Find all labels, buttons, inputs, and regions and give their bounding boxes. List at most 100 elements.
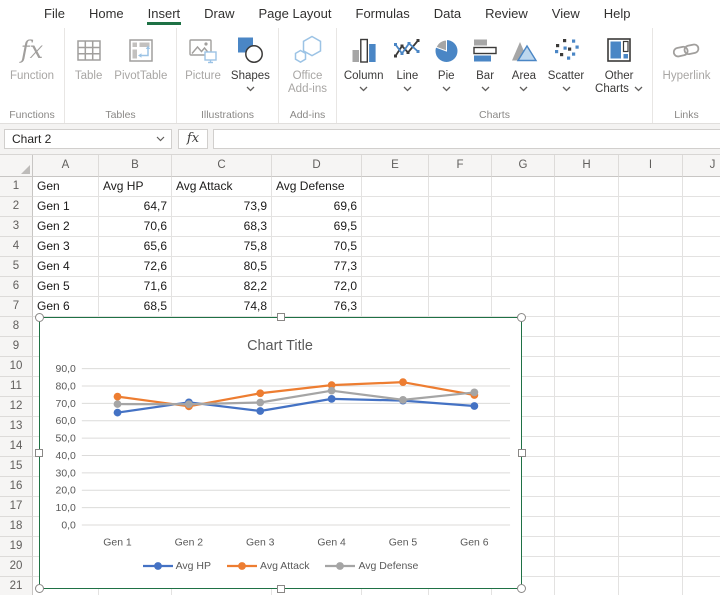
column-header-A[interactable]: A [33, 155, 99, 177]
select-all-button[interactable] [0, 155, 33, 177]
cell-D5[interactable]: 77,3 [272, 257, 362, 277]
line-button[interactable]: Line [390, 32, 424, 92]
tab-help[interactable]: Help [592, 0, 643, 28]
tab-file[interactable]: File [32, 0, 77, 28]
cell-C3[interactable]: 68,3 [172, 217, 272, 237]
cell-B4[interactable]: 65,6 [99, 237, 172, 257]
row-header-7[interactable]: 7 [0, 297, 33, 317]
row-header-20[interactable]: 20 [0, 557, 33, 577]
row-header-10[interactable]: 10 [0, 357, 33, 377]
row-header-2[interactable]: 2 [0, 197, 33, 217]
cell-B3[interactable]: 70,6 [99, 217, 172, 237]
column-header-D[interactable]: D [272, 155, 362, 177]
row-header-13[interactable]: 13 [0, 417, 33, 437]
y-axis-tick-label: 50,0 [56, 434, 77, 445]
tab-formulas[interactable]: Formulas [344, 0, 422, 28]
cell-D3[interactable]: 69,5 [272, 217, 362, 237]
area-button[interactable]: Area [507, 32, 541, 92]
row-header-15[interactable]: 15 [0, 457, 33, 477]
tab-home[interactable]: Home [77, 0, 136, 28]
cell-B7[interactable]: 68,5 [99, 297, 172, 317]
row-header-12[interactable]: 12 [0, 397, 33, 417]
cell-D7[interactable]: 76,3 [272, 297, 362, 317]
column-button[interactable]: Column [342, 32, 386, 92]
cell-C6[interactable]: 82,2 [172, 277, 272, 297]
other-charts-button[interactable]: Other Charts [591, 32, 647, 96]
gridline-vertical [682, 177, 683, 595]
row-header-6[interactable]: 6 [0, 277, 33, 297]
cell-D4[interactable]: 70,5 [272, 237, 362, 257]
tab-insert[interactable]: Insert [136, 0, 193, 28]
chart-selection-handle-middle-left[interactable] [35, 449, 43, 457]
cell-D2[interactable]: 69,6 [272, 197, 362, 217]
bar-button[interactable]: Bar [468, 32, 502, 92]
row-header-11[interactable]: 11 [0, 377, 33, 397]
row-header-1[interactable]: 1 [0, 177, 33, 197]
row-header-18[interactable]: 18 [0, 517, 33, 537]
column-label: Column [344, 70, 384, 83]
cell-A2[interactable]: Gen 1 [33, 197, 99, 217]
column-header-G[interactable]: G [492, 155, 555, 177]
tab-data[interactable]: Data [422, 0, 473, 28]
name-box[interactable]: Chart 2 [4, 129, 172, 149]
ribbon-group-charts: ColumnLinePieBarAreaScatterOther Charts … [337, 28, 653, 123]
chart-selection-handle-top-middle[interactable] [277, 313, 285, 321]
column-header-F[interactable]: F [429, 155, 492, 177]
cell-C5[interactable]: 80,5 [172, 257, 272, 277]
insert-function-button[interactable]: fx [178, 129, 208, 149]
cell-C1[interactable]: Avg Attack [172, 177, 272, 197]
shapes-button[interactable]: Shapes [229, 32, 272, 92]
ribbon-group-label-tables: Tables [65, 109, 176, 121]
pie-button[interactable]: Pie [429, 32, 463, 92]
cell-B1[interactable]: Avg HP [99, 177, 172, 197]
row-header-9[interactable]: 9 [0, 337, 33, 357]
column-header-J[interactable]: J [683, 155, 720, 177]
chart-selection-handle-top-right[interactable] [517, 313, 526, 322]
row-header-21[interactable]: 21 [0, 577, 33, 595]
tab-draw[interactable]: Draw [192, 0, 246, 28]
gridline-vertical [618, 177, 619, 595]
column-header-C[interactable]: C [172, 155, 272, 177]
row-header-14[interactable]: 14 [0, 437, 33, 457]
cell-A5[interactable]: Gen 4 [33, 257, 99, 277]
chart-selection-handle-top-left[interactable] [35, 313, 44, 322]
picture-button: Picture [183, 32, 223, 83]
cell-A3[interactable]: Gen 2 [33, 217, 99, 237]
column-header-I[interactable]: I [619, 155, 683, 177]
column-header-E[interactable]: E [362, 155, 429, 177]
cell-C2[interactable]: 73,9 [172, 197, 272, 217]
formula-input[interactable] [213, 129, 720, 149]
cell-D6[interactable]: 72,0 [272, 277, 362, 297]
embedded-chart[interactable]: Chart Title0,010,020,030,040,050,060,070… [39, 317, 522, 589]
cell-B6[interactable]: 71,6 [99, 277, 172, 297]
scatter-button[interactable]: Scatter [546, 32, 586, 92]
column-header-B[interactable]: B [99, 155, 172, 177]
legend-marker-avg-defense [325, 561, 355, 571]
row-header-8[interactable]: 8 [0, 317, 33, 337]
row-header-19[interactable]: 19 [0, 537, 33, 557]
chart-selection-handle-bottom-right[interactable] [517, 584, 526, 593]
cell-B5[interactable]: 72,6 [99, 257, 172, 277]
row-header-5[interactable]: 5 [0, 257, 33, 277]
column-header-H[interactable]: H [555, 155, 619, 177]
name-box-chevron-down-icon[interactable] [156, 136, 165, 142]
row-header-4[interactable]: 4 [0, 237, 33, 257]
cell-A6[interactable]: Gen 5 [33, 277, 99, 297]
row-header-3[interactable]: 3 [0, 217, 33, 237]
cell-C7[interactable]: 74,8 [172, 297, 272, 317]
chart-selection-handle-bottom-middle[interactable] [277, 585, 285, 593]
tab-review[interactable]: Review [473, 0, 540, 28]
tab-view[interactable]: View [540, 0, 592, 28]
chart-selection-handle-bottom-left[interactable] [35, 584, 44, 593]
cell-A4[interactable]: Gen 3 [33, 237, 99, 257]
row-header-16[interactable]: 16 [0, 477, 33, 497]
chart-selection-handle-middle-right[interactable] [518, 449, 526, 457]
function-button: fxFunction [8, 32, 56, 83]
cell-C4[interactable]: 75,8 [172, 237, 272, 257]
row-header-17[interactable]: 17 [0, 497, 33, 517]
cell-A1[interactable]: Gen [33, 177, 99, 197]
cell-D1[interactable]: Avg Defense [272, 177, 362, 197]
tab-page-layout[interactable]: Page Layout [247, 0, 344, 28]
cell-B2[interactable]: 64,7 [99, 197, 172, 217]
y-axis-tick-label: 20,0 [56, 486, 77, 497]
